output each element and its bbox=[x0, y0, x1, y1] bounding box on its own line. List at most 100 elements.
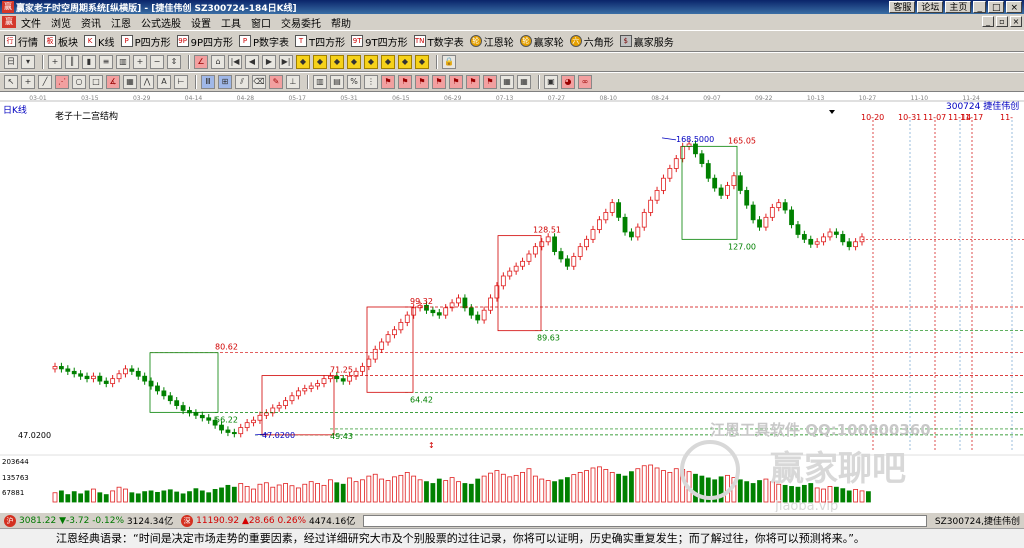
circle-tool-icon[interactable]: ○ bbox=[72, 75, 86, 89]
indicator-1-icon[interactable]: ▥ bbox=[313, 75, 327, 89]
prev-bar-icon[interactable]: ◀ bbox=[245, 55, 259, 69]
line-tool-icon[interactable]: ╱ bbox=[38, 75, 52, 89]
lock-icon[interactable]: 🔒 bbox=[442, 55, 456, 69]
indicator-5-icon[interactable]: ⚑ bbox=[398, 75, 412, 89]
kline-chart-panel[interactable]: 03-01 03-15 03-29 04-14 04-28 05-17 05-31 06-15… bbox=[0, 92, 1024, 512]
indicator-11-icon[interactable]: ▦ bbox=[500, 75, 514, 89]
indicator-7-icon[interactable]: ⚑ bbox=[432, 75, 446, 89]
infinity-icon[interactable]: ∞ bbox=[578, 75, 592, 89]
menu-formula-screen[interactable]: 公式选股 bbox=[136, 15, 186, 30]
toolbar-4-button[interactable]: P P四方形 bbox=[120, 34, 171, 49]
diamond-8-icon[interactable]: ◆ bbox=[415, 55, 429, 69]
toolbar-9-button[interactable]: TN T数字表 bbox=[413, 34, 464, 49]
cycle-tool-icon[interactable]: Ⅲ bbox=[201, 75, 215, 89]
angle-tool-icon[interactable]: ∡ bbox=[106, 75, 120, 89]
candle-body bbox=[257, 414, 263, 421]
indicator-4-icon[interactable]: ⚑ bbox=[381, 75, 395, 89]
home-icon[interactable]: ⌂ bbox=[211, 55, 225, 69]
menu-window[interactable]: 窗口 bbox=[246, 15, 276, 30]
pen-tool-icon[interactable]: ✎ bbox=[269, 75, 283, 89]
menu-gann[interactable]: 江恩 bbox=[106, 15, 136, 30]
diamond-3-icon[interactable]: ◆ bbox=[330, 55, 344, 69]
menu-tools[interactable]: 工具 bbox=[216, 15, 246, 30]
cross-cursor-icon[interactable]: + bbox=[48, 55, 62, 69]
indicator-12-icon[interactable]: ▦ bbox=[517, 75, 531, 89]
toolbar-13-button[interactable]: $ 赢家服务 bbox=[619, 34, 674, 49]
diamond-4-icon[interactable]: ◆ bbox=[347, 55, 361, 69]
menu-trade[interactable]: 交易委托 bbox=[276, 15, 326, 30]
channel-tool-icon[interactable]: ⫽ bbox=[235, 75, 249, 89]
toolbar-12-button[interactable]: 六六角形 bbox=[569, 34, 614, 49]
toolbar-10-button[interactable]: 轮江恩轮 bbox=[469, 34, 514, 49]
kline-chart[interactable]: 03-01 03-15 03-29 04-14 04-28 05-17 05-31 06-15… bbox=[0, 92, 1024, 512]
toolbar-5-button[interactable]: 9P 9P四方形 bbox=[176, 34, 233, 49]
indicator-8-icon[interactable]: ⚑ bbox=[449, 75, 463, 89]
diamond-1-icon[interactable]: ◆ bbox=[296, 55, 310, 69]
percent-icon[interactable]: % bbox=[347, 75, 361, 89]
square-tool-icon[interactable]: □ bbox=[89, 75, 103, 89]
fan-tool-icon[interactable]: ⋰ bbox=[55, 75, 69, 89]
maximize-icon[interactable]: □ bbox=[987, 1, 1005, 13]
ruler-tool-icon[interactable]: ⊥ bbox=[286, 75, 300, 89]
toolbar-8-button[interactable]: 9T 9T四方形 bbox=[351, 34, 408, 49]
mdi-minimize-icon[interactable]: _ bbox=[982, 16, 994, 27]
text-tool-icon[interactable]: A bbox=[157, 75, 171, 89]
line-style-icon[interactable]: ≡ bbox=[99, 55, 113, 69]
service-link[interactable]: 客服 bbox=[889, 1, 916, 13]
toolbar-2-button[interactable]: 板板块 bbox=[44, 34, 78, 49]
menu-browse[interactable]: 浏览 bbox=[46, 15, 76, 30]
arrow-tool-icon[interactable]: ↖ bbox=[4, 75, 18, 89]
sz-index[interactable]: 深 11190.92 ▲28.66 0.26% 4474.16亿 bbox=[177, 514, 359, 528]
diamond-2-icon[interactable]: ◆ bbox=[313, 55, 327, 69]
menu-settings[interactable]: 设置 bbox=[186, 15, 216, 30]
cross-tool-icon[interactable]: + bbox=[21, 75, 35, 89]
color-wheel-icon[interactable]: ◕ bbox=[561, 75, 575, 89]
volume-style-icon[interactable]: ▥ bbox=[116, 55, 130, 69]
indicator-10-icon[interactable]: ⚑ bbox=[483, 75, 497, 89]
indicator-6-icon[interactable]: ⚑ bbox=[415, 75, 429, 89]
zoom-out-icon[interactable]: − bbox=[150, 55, 164, 69]
close-icon[interactable]: × bbox=[1006, 1, 1022, 13]
zigzag-tool-icon[interactable]: ⋀ bbox=[140, 75, 154, 89]
chart-scrollbar[interactable] bbox=[363, 514, 927, 527]
candle-style-icon[interactable]: ▮ bbox=[82, 55, 96, 69]
last-bar-icon[interactable]: ▶| bbox=[279, 55, 293, 69]
next-bar-icon[interactable]: ▶ bbox=[262, 55, 276, 69]
bar-style-icon[interactable]: ║ bbox=[65, 55, 79, 69]
eraser-tool-icon[interactable]: ⌫ bbox=[252, 75, 266, 89]
minimize-icon[interactable]: _ bbox=[973, 1, 986, 13]
stepper-icon[interactable]: ⇕ bbox=[167, 55, 181, 69]
toolbar-6-button[interactable]: P P数字表 bbox=[239, 34, 289, 49]
sh-index[interactable]: 沪 3081.22 ▼-3.72 -0.12% 3124.34亿 bbox=[0, 514, 177, 528]
homepage-link[interactable]: 主页 bbox=[945, 1, 972, 13]
mdi-close-icon[interactable]: × bbox=[1010, 16, 1022, 27]
indicator-3-icon[interactable]: ⋮ bbox=[364, 75, 378, 89]
current-stock[interactable]: SZ300724,捷佳伟创 bbox=[931, 514, 1024, 528]
grid-tool-icon[interactable]: ▦ bbox=[123, 75, 137, 89]
forum-link[interactable]: 论坛 bbox=[917, 1, 944, 13]
mdi-restore-icon[interactable]: ▫ bbox=[996, 16, 1008, 27]
menu-file[interactable]: 文件 bbox=[16, 15, 46, 30]
candle-body bbox=[219, 424, 224, 431]
app-menu-icon[interactable]: 赢 bbox=[2, 16, 16, 28]
measure-tool-icon[interactable]: ⊢ bbox=[174, 75, 188, 89]
diamond-6-icon[interactable]: ◆ bbox=[381, 55, 395, 69]
chart-view-icon[interactable]: ▣ bbox=[544, 75, 558, 89]
period-icon[interactable]: 日 bbox=[4, 55, 18, 69]
toolbar-3-button[interactable]: K K线 bbox=[84, 34, 115, 49]
toolbar-11-button[interactable]: 轮赢家轮 bbox=[519, 34, 564, 49]
diamond-7-icon[interactable]: ◆ bbox=[398, 55, 412, 69]
gann-fan-icon[interactable]: ∠ bbox=[194, 55, 208, 69]
menu-news[interactable]: 资讯 bbox=[76, 15, 106, 30]
diamond-5-icon[interactable]: ◆ bbox=[364, 55, 378, 69]
indicator-9-icon[interactable]: ⚑ bbox=[466, 75, 480, 89]
indicator-2-icon[interactable]: ▤ bbox=[330, 75, 344, 89]
zoom-in-icon[interactable]: + bbox=[133, 55, 147, 69]
toolbar-1-button[interactable]: 行行情 bbox=[4, 34, 38, 49]
square9-tool-icon[interactable]: ⊞ bbox=[218, 75, 232, 89]
dropdown-icon[interactable]: ▾ bbox=[21, 55, 35, 69]
price-annotation: 71.25 bbox=[330, 366, 353, 375]
toolbar-7-button[interactable]: T T四方形 bbox=[295, 34, 345, 49]
menu-help[interactable]: 帮助 bbox=[326, 15, 356, 30]
first-bar-icon[interactable]: |◀ bbox=[228, 55, 242, 69]
